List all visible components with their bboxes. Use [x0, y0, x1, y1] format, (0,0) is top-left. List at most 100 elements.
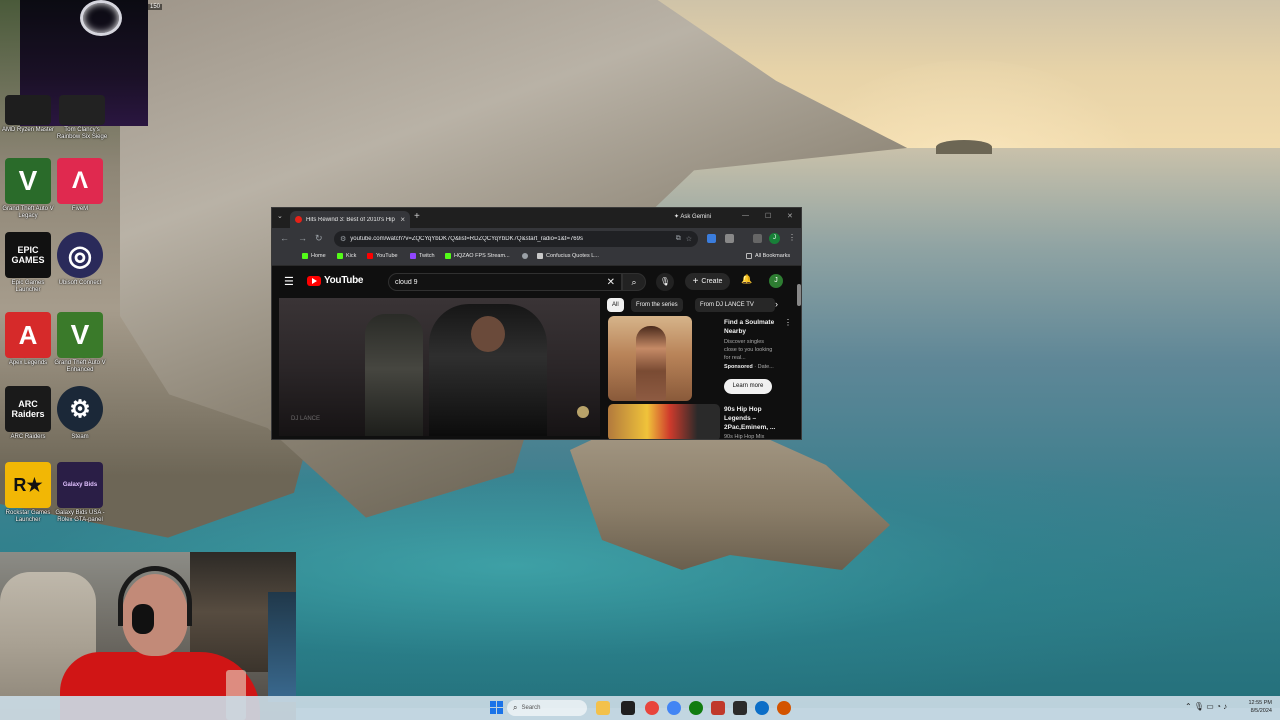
site-info-icon[interactable]: ⚙ [340, 235, 346, 243]
menu-icon[interactable]: ☰ [284, 275, 294, 288]
install-icon[interactable]: ⧉ [676, 235, 681, 243]
video-frame-person-left [365, 314, 423, 436]
bookmark-home[interactable]: Home [302, 253, 326, 259]
media-icon[interactable] [733, 701, 747, 715]
ad-title[interactable]: Find a Soulmate Nearby [724, 318, 784, 336]
tab-search-icon[interactable]: ⌄ [277, 212, 283, 220]
tab-youtube[interactable]: Hits Rewind 3: Best of 2010's Hip × [290, 211, 410, 228]
more-options-icon[interactable]: ⋮ [784, 318, 792, 327]
youtube-search-input[interactable] [395, 278, 607, 286]
search-icon[interactable]: ⌕ [622, 273, 646, 291]
bookmark-unnamed[interactable] [522, 253, 531, 259]
chrome-window[interactable]: ⌄ Hits Rewind 3: Best of 2010's Hip × + … [271, 207, 802, 440]
all-bookmarks-label: All Bookmarks [755, 253, 791, 259]
kick-icon [445, 253, 451, 259]
new-tab-button[interactable]: + [414, 211, 420, 222]
taskbar-search[interactable]: ⌕ Search [507, 700, 587, 716]
recommended-thumbnail[interactable] [608, 404, 720, 439]
windows-start-icon[interactable] [490, 701, 503, 714]
profile-avatar[interactable]: J [769, 233, 780, 244]
desktop-icon-galaxy-bids[interactable]: Galaxy Bids Galaxy Bids USA - Rolex GTA-… [52, 462, 108, 524]
bookmark-twitch[interactable]: Twitch [410, 253, 435, 259]
desktop-icon-fivem[interactable]: Λ FiveM [52, 158, 108, 213]
twitch-icon [410, 253, 416, 259]
chip-from-channel[interactable]: From DJ LANCE TV [695, 298, 775, 312]
extensions-puzzle-icon[interactable] [725, 234, 734, 243]
desktop-icon-apex[interactable]: A Apex Legends [0, 312, 56, 367]
extension-icon[interactable] [707, 234, 716, 243]
bookmark-star-icon[interactable]: ☆ [686, 235, 692, 243]
chip-from-series[interactable]: From the series [631, 298, 683, 312]
ask-gemini-button[interactable]: ✦ Ask Gemini [674, 213, 711, 220]
desktop-icon-epic[interactable]: EPIC GAMES Epic Games Launcher [0, 232, 56, 294]
terminal-icon[interactable] [621, 701, 635, 715]
desktop-icon-amd[interactable]: AMD Ryzen Master [0, 95, 56, 134]
back-icon[interactable]: ← [280, 233, 289, 243]
chrome-icon[interactable] [645, 701, 659, 715]
all-bookmarks[interactable]: All Bookmarks [746, 253, 790, 259]
tab-strip: ⌄ Hits Rewind 3: Best of 2010's Hip × + … [272, 208, 801, 228]
desktop-icon-arc-raiders[interactable]: ARC Raiders ARC Raiders [0, 386, 56, 441]
youtube-header: ☰ YouTube ✕ ⌕ 🎙 +Create 🔔 J [272, 266, 801, 296]
chrome-menu-icon[interactable]: ⋮ [788, 233, 796, 242]
create-label: Create [701, 278, 723, 285]
address-bar[interactable]: ⚙ youtube.com/watch?v=ZQCYqYbDK7Q&list=R… [334, 231, 698, 247]
game-icon[interactable] [711, 701, 725, 715]
sponsored-label: Sponsored [724, 364, 753, 370]
taskbar-clock[interactable]: 12:55 PM 8/5/2024 [1240, 699, 1272, 715]
rockstar-icon: R★ [5, 462, 51, 508]
arc-icon: ARC Raiders [5, 386, 51, 432]
recommended-video[interactable]: 90s Hip Hop Legends – 2Pac,Eminem, ... 9… [608, 404, 798, 439]
plus-icon: + [692, 276, 699, 287]
desktop-icon-rockstar[interactable]: R★ Rockstar Games Launcher [0, 462, 56, 524]
chrome-alt-icon[interactable] [777, 701, 791, 715]
fivem-icon: Λ [57, 158, 103, 204]
cast-icon[interactable] [753, 234, 762, 243]
clock-date: 8/5/2024 [1250, 708, 1272, 714]
headset-icon [118, 566, 192, 626]
reload-icon[interactable]: ↻ [315, 233, 323, 244]
r6-icon [59, 95, 105, 125]
epic-icon: EPIC GAMES [5, 232, 51, 278]
desktop-icon-steam[interactable]: ⚙ Steam [52, 386, 108, 441]
chip-all[interactable]: All [607, 298, 624, 312]
address-url[interactable]: youtube.com/watch?v=ZQCYqYbDK7Q&list=RDZ… [350, 236, 670, 242]
bookmark-kick[interactable]: Kick [337, 253, 356, 259]
maximize-icon[interactable]: ☐ [765, 212, 771, 220]
tab-close-icon[interactable]: × [400, 215, 405, 224]
system-tray[interactable]: ⌃ 🎙 ▭ ◔ ♪ [1185, 702, 1227, 711]
ad-thumbnail[interactable] [608, 316, 692, 401]
video-player[interactable]: DJ LANCE [279, 298, 600, 436]
desktop-icon-gta-enhanced[interactable]: V Grand Theft Auto V Enhanced [52, 312, 108, 374]
colorful-app-icon[interactable] [667, 701, 681, 715]
xbox-icon[interactable] [689, 701, 703, 715]
file-explorer-icon[interactable] [596, 701, 610, 715]
forward-icon[interactable]: → [298, 233, 307, 243]
chevron-right-icon[interactable]: › [775, 299, 778, 309]
clear-search-icon[interactable]: ✕ [607, 277, 615, 288]
globe-icon [522, 253, 528, 259]
bookmark-hqzao[interactable]: HQZAO FPS Stream... [445, 253, 510, 259]
edge-icon[interactable] [755, 701, 769, 715]
learn-more-button[interactable]: Learn more [724, 379, 772, 394]
microphone-icon[interactable]: 🎙 [656, 273, 674, 291]
recommended-title[interactable]: 90s Hip Hop Legends – 2Pac,Eminem, ... [724, 405, 790, 432]
sponsored-ad[interactable]: Find a Soulmate Nearby Discover singles … [608, 316, 798, 401]
desktop-icon-r6[interactable]: Tom Clancy's Rainbow Six Siege [54, 95, 110, 141]
youtube-page: ☰ YouTube ✕ ⌕ 🎙 +Create 🔔 J DJ LANCE All [272, 266, 801, 439]
minimize-icon[interactable]: — [742, 212, 749, 219]
notifications-bell-icon[interactable]: 🔔 [741, 274, 752, 285]
create-button[interactable]: + Create [685, 273, 730, 290]
desktop-icon-ubisoft[interactable]: ◎ Ubisoft Connect [52, 232, 108, 287]
desktop-icon-gta-legacy[interactable]: V Grand Theft Auto V Legacy [0, 158, 56, 220]
youtube-avatar[interactable]: J [769, 274, 783, 288]
bookmark-youtube[interactable]: YouTube [367, 253, 398, 259]
youtube-logo[interactable]: YouTube [307, 275, 364, 286]
youtube-search-box[interactable]: ✕ [388, 273, 622, 291]
close-window-icon[interactable]: ✕ [787, 212, 793, 220]
bookmark-label: YouTube [376, 253, 398, 259]
ad-figure [636, 326, 666, 401]
apex-icon: A [5, 312, 51, 358]
page-scrollbar[interactable] [797, 284, 801, 306]
bookmark-confucius[interactable]: Confucius Quotes L... [537, 253, 599, 259]
